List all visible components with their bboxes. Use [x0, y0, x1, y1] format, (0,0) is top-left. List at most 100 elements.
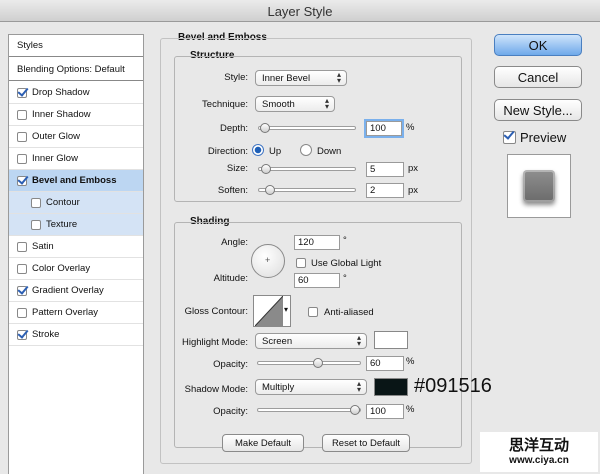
- highlight-opacity-label: Opacity:: [213, 359, 248, 370]
- watermark-line1: 思洋互动: [508, 436, 569, 454]
- style-item-label: Pattern Overlay: [32, 307, 98, 318]
- style-item-label: Bevel and Emboss: [32, 175, 117, 186]
- style-item-checkbox[interactable]: [17, 285, 27, 296]
- shadow-color-swatch[interactable]: [374, 378, 408, 396]
- style-item-checkbox[interactable]: [17, 175, 27, 186]
- style-item-label: Color Overlay: [32, 263, 91, 274]
- style-item-label: Inner Glow: [32, 153, 78, 164]
- direction-down-label: Down: [317, 146, 342, 157]
- style-item-bevel-and-emboss[interactable]: Bevel and Emboss: [9, 170, 143, 192]
- shadow-mode-label: Shadow Mode:: [184, 384, 248, 395]
- ok-button[interactable]: OK: [494, 34, 582, 56]
- size-slider-knob[interactable]: [261, 164, 271, 174]
- styles-list: Styles Blending Options: Default Drop Sh…: [8, 34, 144, 474]
- technique-select[interactable]: Smooth ▴ ▾: [255, 96, 335, 112]
- contour-preview-icon: [255, 296, 283, 326]
- select-arrows-icon: ▴ ▾: [356, 333, 361, 348]
- anti-aliased-checkbox[interactable]: [308, 307, 318, 317]
- size-slider[interactable]: [258, 164, 356, 174]
- title-bar: Layer Style: [0, 0, 600, 22]
- style-item-label: Gradient Overlay: [32, 285, 104, 296]
- style-item-contour[interactable]: Contour: [9, 192, 143, 214]
- depth-input[interactable]: 100: [364, 119, 404, 138]
- style-item-label: Drop Shadow: [32, 87, 90, 98]
- style-item-outer-glow[interactable]: Outer Glow: [9, 126, 143, 148]
- shadow-opacity-input[interactable]: 100: [366, 404, 404, 419]
- technique-select-value: Smooth: [262, 99, 295, 110]
- preview-swatch: [523, 170, 555, 202]
- style-item-label: Outer Glow: [32, 131, 81, 142]
- style-item-texture[interactable]: Texture: [9, 214, 143, 236]
- gloss-contour-picker[interactable]: ▾: [253, 295, 291, 327]
- style-item-checkbox[interactable]: [17, 329, 27, 340]
- shadow-opacity-slider-knob[interactable]: [350, 405, 360, 415]
- style-item-drop-shadow[interactable]: Drop Shadow: [9, 82, 143, 104]
- style-item-gradient-overlay[interactable]: Gradient Overlay: [9, 280, 143, 302]
- soften-label: Soften:: [217, 185, 248, 196]
- direction-up-label: Up: [269, 146, 282, 157]
- select-arrows-icon: ▴ ▾: [356, 379, 361, 394]
- direction-down-radio[interactable]: [300, 144, 312, 156]
- reset-to-default-button[interactable]: Reset to Default: [322, 434, 410, 452]
- styles-header[interactable]: Styles: [9, 35, 143, 57]
- style-item-checkbox[interactable]: [31, 219, 41, 230]
- highlight-color-swatch[interactable]: [374, 331, 408, 349]
- highlight-opacity-unit: %: [406, 356, 415, 367]
- preview-thumbnail: [507, 154, 571, 218]
- highlight-mode-select[interactable]: Screen ▴ ▾: [255, 333, 367, 349]
- watermark: 思洋互动 www.ciya.cn: [480, 432, 598, 472]
- style-item-checkbox[interactable]: [17, 263, 27, 274]
- direction-up-radio[interactable]: [252, 144, 264, 156]
- depth-slider[interactable]: [258, 123, 356, 133]
- style-item-checkbox[interactable]: [17, 241, 27, 252]
- angle-label: Angle:: [221, 237, 248, 248]
- shadow-mode-select[interactable]: Multiply ▴ ▾: [255, 379, 367, 395]
- select-arrows-icon: ▴ ▾: [324, 96, 329, 111]
- select-arrows-icon: ▴ ▾: [336, 70, 341, 85]
- new-style-button[interactable]: New Style...: [494, 99, 582, 121]
- shadow-mode-value: Multiply: [262, 382, 295, 393]
- style-item-checkbox[interactable]: [17, 307, 27, 318]
- style-item-checkbox[interactable]: [17, 109, 27, 120]
- soften-slider[interactable]: [258, 185, 356, 195]
- use-global-light-label: Use Global Light: [311, 258, 382, 269]
- style-item-checkbox[interactable]: [17, 87, 27, 98]
- window-title: Layer Style: [267, 4, 333, 19]
- cancel-button[interactable]: Cancel: [494, 66, 582, 88]
- use-global-light-checkbox[interactable]: [296, 258, 306, 268]
- angle-input[interactable]: 120: [294, 235, 340, 250]
- depth-slider-knob[interactable]: [260, 123, 270, 133]
- style-item-color-overlay[interactable]: Color Overlay: [9, 258, 143, 280]
- size-unit: px: [408, 163, 419, 174]
- style-item-inner-glow[interactable]: Inner Glow: [9, 148, 143, 170]
- preview-checkbox[interactable]: [503, 131, 516, 144]
- soften-slider-knob[interactable]: [265, 185, 275, 195]
- shadow-color-annotation: #091516: [414, 375, 492, 397]
- make-default-button[interactable]: Make Default: [222, 434, 304, 452]
- shadow-opacity-label: Opacity:: [213, 406, 248, 417]
- altitude-label: Altitude:: [213, 273, 248, 284]
- dropdown-arrow-icon: ▾: [283, 305, 288, 314]
- style-label: Style:: [224, 72, 248, 83]
- style-item-satin[interactable]: Satin: [9, 236, 143, 258]
- shadow-opacity-slider[interactable]: [257, 405, 361, 415]
- highlight-opacity-input[interactable]: 60: [366, 356, 404, 371]
- style-item-inner-shadow[interactable]: Inner Shadow: [9, 104, 143, 126]
- blending-options-item[interactable]: Blending Options: Default: [9, 58, 143, 81]
- angle-dial[interactable]: +: [251, 244, 285, 278]
- technique-label: Technique:: [202, 99, 248, 110]
- soften-input[interactable]: 2: [366, 183, 404, 198]
- style-item-label: Texture: [46, 219, 78, 230]
- size-input[interactable]: 5: [366, 162, 404, 177]
- style-item-label: Satin: [32, 241, 54, 252]
- highlight-mode-label: Highlight Mode:: [181, 337, 248, 348]
- style-item-checkbox[interactable]: [31, 197, 41, 208]
- style-select[interactable]: Inner Bevel ▴ ▾: [255, 70, 347, 86]
- style-item-checkbox[interactable]: [17, 131, 27, 142]
- style-item-pattern-overlay[interactable]: Pattern Overlay: [9, 302, 143, 324]
- highlight-opacity-slider[interactable]: [257, 358, 361, 368]
- highlight-opacity-slider-knob[interactable]: [313, 358, 323, 368]
- style-item-stroke[interactable]: Stroke: [9, 324, 143, 346]
- style-item-checkbox[interactable]: [17, 153, 27, 164]
- altitude-input[interactable]: 60: [294, 273, 340, 288]
